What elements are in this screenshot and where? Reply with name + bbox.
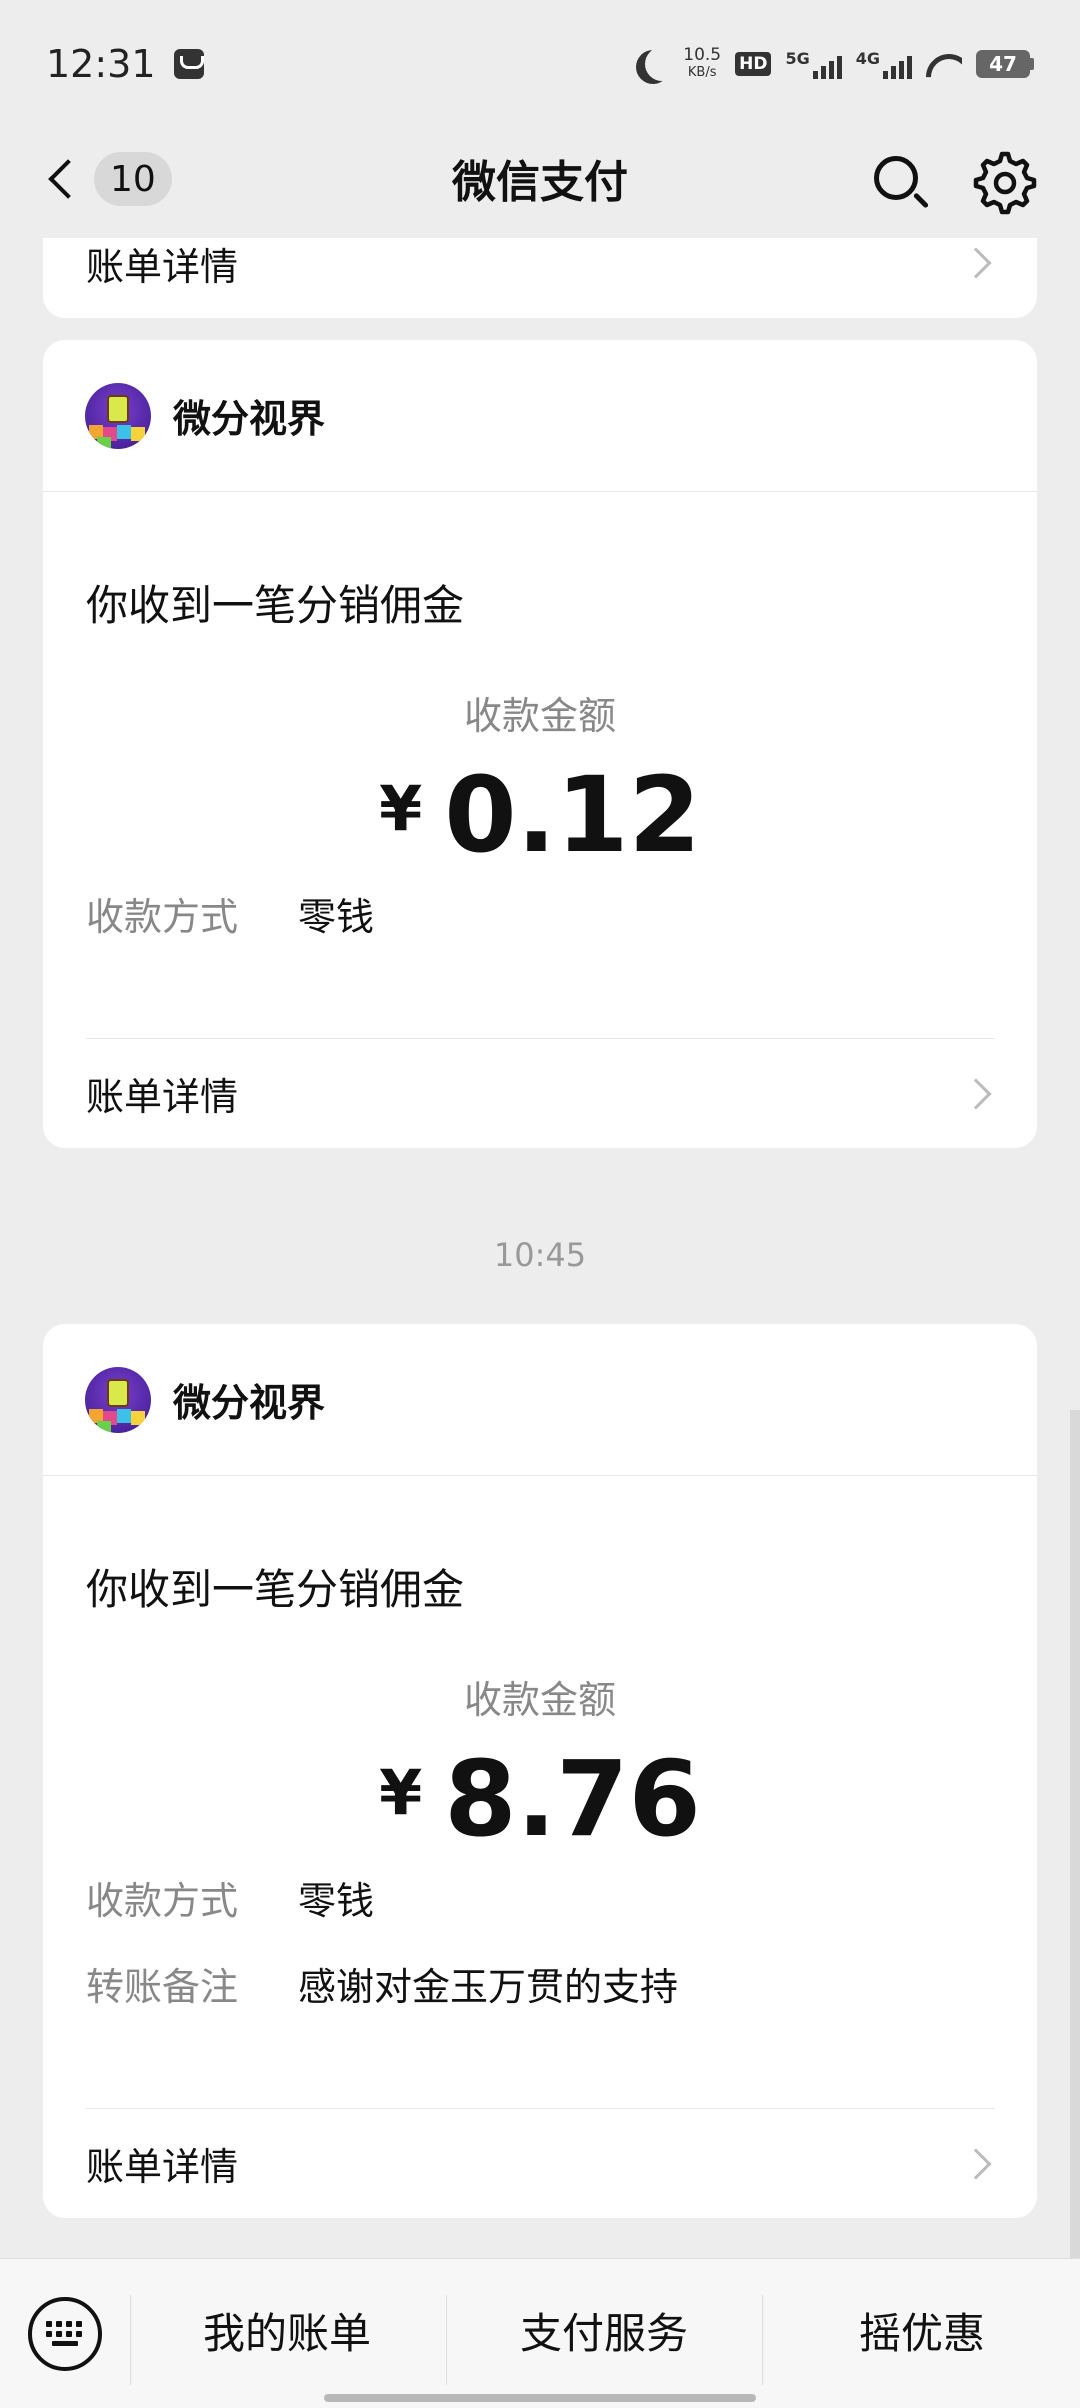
network-speed-unit: KB/s [687, 65, 717, 80]
payment-method-row: 收款方式 零钱 [43, 870, 1037, 956]
hd-icon: HD [735, 52, 772, 76]
battery-level: 47 [976, 50, 1030, 78]
notification-icon [173, 49, 204, 79]
signal-icon: 4G [856, 49, 912, 79]
payment-method-label: 收款方式 [86, 1878, 239, 1923]
currency-symbol: ¥ [379, 1756, 423, 1829]
card-header[interactable]: 微分视界 [43, 1324, 1037, 1476]
payment-card: 账单详情 [43, 238, 1037, 318]
amount-label: 收款金额 [463, 694, 616, 738]
merchant-name: 微分视界 [173, 397, 326, 441]
settings-icon [973, 151, 1037, 215]
payment-method-value: 零钱 [298, 1878, 375, 1923]
message-list[interactable]: 账单详情 微分视界 你收到一笔分销佣金 收款金额 ¥0.12 收款方式 零钱 账… [0, 238, 1080, 2258]
keyboard-icon [46, 2321, 84, 2347]
home-indicator[interactable] [324, 2394, 756, 2402]
header: 10 微信支付 [0, 128, 1080, 238]
unread-count-badge: 10 [94, 152, 172, 206]
menu-payment-services[interactable]: 支付服务 [448, 2295, 760, 2365]
battery-icon: 47 [976, 50, 1034, 78]
bill-detail-row[interactable]: 账单详情 [86, 1038, 995, 1148]
wifi-icon [926, 50, 962, 78]
payment-method-label: 收款方式 [86, 894, 239, 939]
bill-detail-row[interactable]: 账单详情 [86, 238, 995, 318]
payment-card: 微分视界 你收到一笔分销佣金 收款金额 ¥0.12 收款方式 零钱 账单详情 [43, 340, 1037, 1148]
keyboard-toggle-button[interactable] [28, 2297, 102, 2371]
sim1-label: 5G [785, 49, 810, 68]
amount: ¥0.12 [43, 760, 1037, 870]
transfer-note-row: 转账备注 感谢对金玉万贯的支持 [43, 1940, 1037, 2026]
search-button[interactable] [866, 148, 936, 218]
status-time: 12:31 [46, 42, 156, 86]
amount-label: 收款金额 [463, 1678, 616, 1722]
chevron-right-icon [960, 2147, 992, 2180]
card-title: 你收到一笔分销佣金 [86, 1565, 465, 1614]
message-timestamp: 10:45 [493, 1236, 587, 1274]
signal-icon: 5G [785, 49, 842, 79]
payment-method-row: 收款方式 零钱 [43, 1854, 1037, 1940]
merchant-avatar [85, 1366, 151, 1433]
transfer-note-value: 感谢对金玉万贯的支持 [298, 1964, 679, 2009]
card-header[interactable]: 微分视界 [43, 340, 1037, 492]
menu-my-bills[interactable]: 我的账单 [132, 2295, 442, 2365]
payment-card: 微分视界 你收到一笔分销佣金 收款金额 ¥8.76 收款方式 零钱 转账备注 感… [43, 1324, 1037, 2218]
bill-detail-label: 账单详情 [86, 2145, 239, 2189]
currency-symbol: ¥ [379, 772, 423, 845]
transfer-note-label: 转账备注 [86, 1964, 239, 2009]
payment-method-value: 零钱 [298, 894, 375, 939]
merchant-name: 微分视界 [173, 1381, 326, 1425]
amount: ¥8.76 [43, 1744, 1037, 1854]
menu-shake-offers[interactable]: 摇优惠 [764, 2295, 1080, 2365]
chevron-right-icon [960, 247, 992, 279]
status-bar: 12:31 10.5 KB/s HD 5G 4G 47 [0, 0, 1080, 128]
back-chevron-icon [48, 159, 88, 199]
card-title: 你收到一笔分销佣金 [86, 581, 465, 630]
back-button[interactable]: 10 [40, 152, 172, 206]
network-speed-value: 10.5 [683, 45, 722, 65]
chevron-right-icon [960, 1077, 992, 1110]
moon-icon [645, 47, 679, 81]
bill-detail-label: 账单详情 [86, 244, 239, 289]
network-speed: 10.5 KB/s [683, 46, 721, 82]
sim2-label: 4G [855, 49, 880, 68]
merchant-avatar [85, 382, 151, 449]
bill-detail-row[interactable]: 账单详情 [86, 2108, 995, 2218]
scrollbar[interactable] [1070, 1410, 1080, 2260]
amount-value: 8.76 [444, 1738, 701, 1860]
settings-button[interactable] [968, 146, 1042, 220]
bottom-menu-bar: 我的账单 支付服务 摇优惠 [0, 2258, 1080, 2408]
bill-detail-label: 账单详情 [86, 1075, 239, 1119]
amount-value: 0.12 [444, 754, 701, 876]
